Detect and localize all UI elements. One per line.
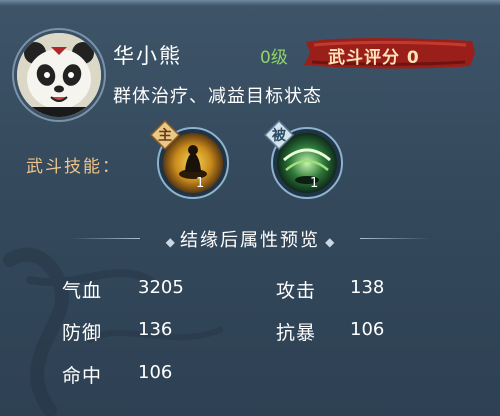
partner-info-panel: 华小熊 0级 武斗评分 0 群体治疗、减益目标状态 武斗技能： 主 1 被 1 … (0, 0, 500, 416)
character-level: 0级 (260, 48, 288, 68)
passive-tag-badge: 被 (264, 120, 294, 150)
stat-label-crit-resist: 抗暴 (276, 322, 317, 344)
stat-value-attack: 138 (350, 277, 385, 298)
stat-value-accuracy: 106 (138, 362, 173, 383)
stat-label-defense: 防御 (62, 322, 103, 344)
stat-value-defense: 136 (138, 319, 173, 340)
skill-count: 1 (310, 176, 319, 191)
diamond-ornament-icon: ◆ (165, 235, 175, 249)
passive-skill-slot[interactable]: 被 1 (264, 120, 344, 200)
stat-value-crit-resist: 106 (350, 319, 385, 340)
skills-label: 武斗技能： (26, 157, 121, 177)
section-header: ◆ 结缘后属性预览 ◆ (110, 226, 390, 251)
diamond-ornament-icon: ◆ (325, 235, 335, 249)
stat-value-hp: 3205 (138, 277, 184, 298)
skill-count: 1 (196, 176, 205, 191)
character-description: 群体治疗、减益目标状态 (113, 86, 322, 107)
active-tag-text: 主 (158, 128, 172, 144)
battle-score: 武斗评分 0 (328, 48, 420, 68)
stat-label-accuracy: 命中 (62, 365, 103, 387)
section-title: 结缘后属性预览 (180, 230, 320, 251)
active-skill-slot[interactable]: 主 1 (150, 120, 230, 200)
active-tag-badge: 主 (150, 120, 180, 150)
panda-face-icon (17, 33, 101, 117)
character-name: 华小熊 (113, 44, 182, 68)
passive-tag-text: 被 (272, 128, 286, 144)
panel-top-border (0, 0, 500, 6)
stat-label-hp: 气血 (62, 280, 103, 302)
panda-avatar[interactable] (14, 30, 104, 120)
stat-label-attack: 攻击 (276, 280, 317, 302)
